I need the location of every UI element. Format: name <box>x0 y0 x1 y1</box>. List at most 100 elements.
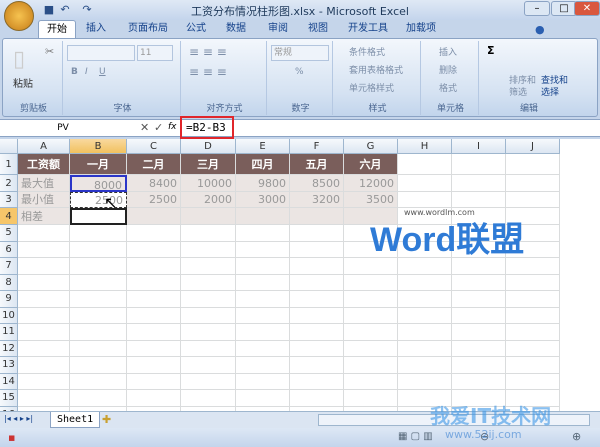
cell-B14[interactable] <box>70 373 127 390</box>
cell-F12[interactable] <box>290 340 344 357</box>
cell-D13[interactable] <box>181 357 236 374</box>
cell-J14[interactable] <box>506 373 560 390</box>
row-header-14[interactable]: 14 <box>0 373 18 390</box>
cell-A4[interactable]: 相差 <box>18 208 70 225</box>
cell-D1[interactable]: 三月 <box>181 154 236 175</box>
column-header-F[interactable]: F <box>290 139 344 154</box>
cell-A6[interactable] <box>18 241 70 258</box>
row-header-12[interactable]: 12 <box>0 340 18 357</box>
cell-I13[interactable] <box>452 357 506 374</box>
number-format-select[interactable]: 常规 <box>271 45 329 61</box>
help-icon[interactable]: ● <box>535 23 545 36</box>
cell-J13[interactable] <box>506 357 560 374</box>
cell-D6[interactable] <box>181 241 236 258</box>
align-icons-2[interactable]: ≡ ≡ ≡ <box>189 65 227 79</box>
cell-B12[interactable] <box>70 340 127 357</box>
cell-D10[interactable] <box>181 307 236 324</box>
column-header-J[interactable]: J <box>506 139 560 154</box>
row-header-8[interactable]: 8 <box>0 274 18 291</box>
row-header-9[interactable]: 9 <box>0 291 18 308</box>
cell-B5[interactable] <box>70 225 127 242</box>
spreadsheet-grid[interactable]: ABCDEFGHIJ1234567891011121314151617工资额一月… <box>0 139 600 440</box>
cell-J10[interactable] <box>506 307 560 324</box>
cell-B7[interactable] <box>70 258 127 275</box>
cell-G3[interactable]: 3500 <box>344 192 398 208</box>
cell-D4[interactable] <box>181 208 236 225</box>
cell-I2[interactable] <box>452 175 506 192</box>
cell-D8[interactable] <box>181 274 236 291</box>
cell-H8[interactable] <box>398 274 452 291</box>
cell-D5[interactable] <box>181 225 236 242</box>
tab-insert[interactable]: 插入 <box>78 20 114 38</box>
cell-F7[interactable] <box>290 258 344 275</box>
cell-B13[interactable] <box>70 357 127 374</box>
cancel-icon[interactable]: ✕ <box>140 121 149 134</box>
cell-J3[interactable] <box>506 192 560 208</box>
cell-F13[interactable] <box>290 357 344 374</box>
cell-G11[interactable] <box>344 324 398 341</box>
cell-A3[interactable]: 最小值 <box>18 192 70 208</box>
paste-button[interactable]: 粘贴 <box>13 75 33 90</box>
cell-E9[interactable] <box>236 291 290 308</box>
bold-button[interactable]: B <box>71 67 78 77</box>
row-header-4[interactable]: 4 <box>0 208 18 225</box>
cell-G2[interactable]: 12000 <box>344 175 398 192</box>
font-name-select[interactable] <box>67 45 135 61</box>
delete-button[interactable]: 删除 <box>439 63 457 76</box>
column-header-I[interactable]: I <box>452 139 506 154</box>
cell-F8[interactable] <box>290 274 344 291</box>
cell-D12[interactable] <box>181 340 236 357</box>
macro-record-icon[interactable]: ▪ <box>8 431 15 444</box>
row-header-15[interactable]: 15 <box>0 390 18 407</box>
cell-C8[interactable] <box>127 274 181 291</box>
cell-I1[interactable] <box>452 154 506 175</box>
cell-E7[interactable] <box>236 258 290 275</box>
cell-E15[interactable] <box>236 390 290 407</box>
cell-F3[interactable]: 3200 <box>290 192 344 208</box>
cell-A9[interactable] <box>18 291 70 308</box>
cell-H13[interactable] <box>398 357 452 374</box>
row-header-2[interactable]: 2 <box>0 175 18 192</box>
cell-F14[interactable] <box>290 373 344 390</box>
font-size-select[interactable]: 11 <box>137 45 173 61</box>
office-button[interactable] <box>4 1 34 31</box>
cell-C2[interactable]: 8400 <box>127 175 181 192</box>
column-header-D[interactable]: D <box>181 139 236 154</box>
cell-D14[interactable] <box>181 373 236 390</box>
column-header-H[interactable]: H <box>398 139 452 154</box>
cell-E6[interactable] <box>236 241 290 258</box>
cell-A10[interactable] <box>18 307 70 324</box>
cell-E12[interactable] <box>236 340 290 357</box>
cell-I8[interactable] <box>452 274 506 291</box>
cell-J2[interactable] <box>506 175 560 192</box>
cell-E1[interactable]: 四月 <box>236 154 290 175</box>
cell-I14[interactable] <box>452 373 506 390</box>
cell-G14[interactable] <box>344 373 398 390</box>
cell-G10[interactable] <box>344 307 398 324</box>
cell-E4[interactable] <box>236 208 290 225</box>
row-header-1[interactable]: 1 <box>0 154 18 175</box>
column-header-G[interactable]: G <box>344 139 398 154</box>
align-icons[interactable]: ≡ ≡ ≡ <box>189 45 227 59</box>
tab-page-layout[interactable]: 页面布局 <box>120 20 176 38</box>
formula-input[interactable]: =B2-B3 <box>180 116 234 139</box>
cell-J9[interactable] <box>506 291 560 308</box>
tab-developer[interactable]: 开发工具 <box>340 20 396 38</box>
cell-A13[interactable] <box>18 357 70 374</box>
cell-D3[interactable]: 2000 <box>181 192 236 208</box>
cell-C9[interactable] <box>127 291 181 308</box>
cell-J12[interactable] <box>506 340 560 357</box>
cell-A7[interactable] <box>18 258 70 275</box>
view-buttons[interactable]: ▦ ▢ ▥ <box>398 431 433 442</box>
cell-F10[interactable] <box>290 307 344 324</box>
sheet-tab-sheet1[interactable]: Sheet1 <box>50 412 101 428</box>
cell-G8[interactable] <box>344 274 398 291</box>
cell-E10[interactable] <box>236 307 290 324</box>
cell-I11[interactable] <box>452 324 506 341</box>
zoom-in-icon[interactable]: ⊕ <box>572 430 581 443</box>
cell-C6[interactable] <box>127 241 181 258</box>
cell-I12[interactable] <box>452 340 506 357</box>
sort-filter-button[interactable]: 排序和 筛选 <box>509 75 536 99</box>
cell-J11[interactable] <box>506 324 560 341</box>
cell-H1[interactable] <box>398 154 452 175</box>
